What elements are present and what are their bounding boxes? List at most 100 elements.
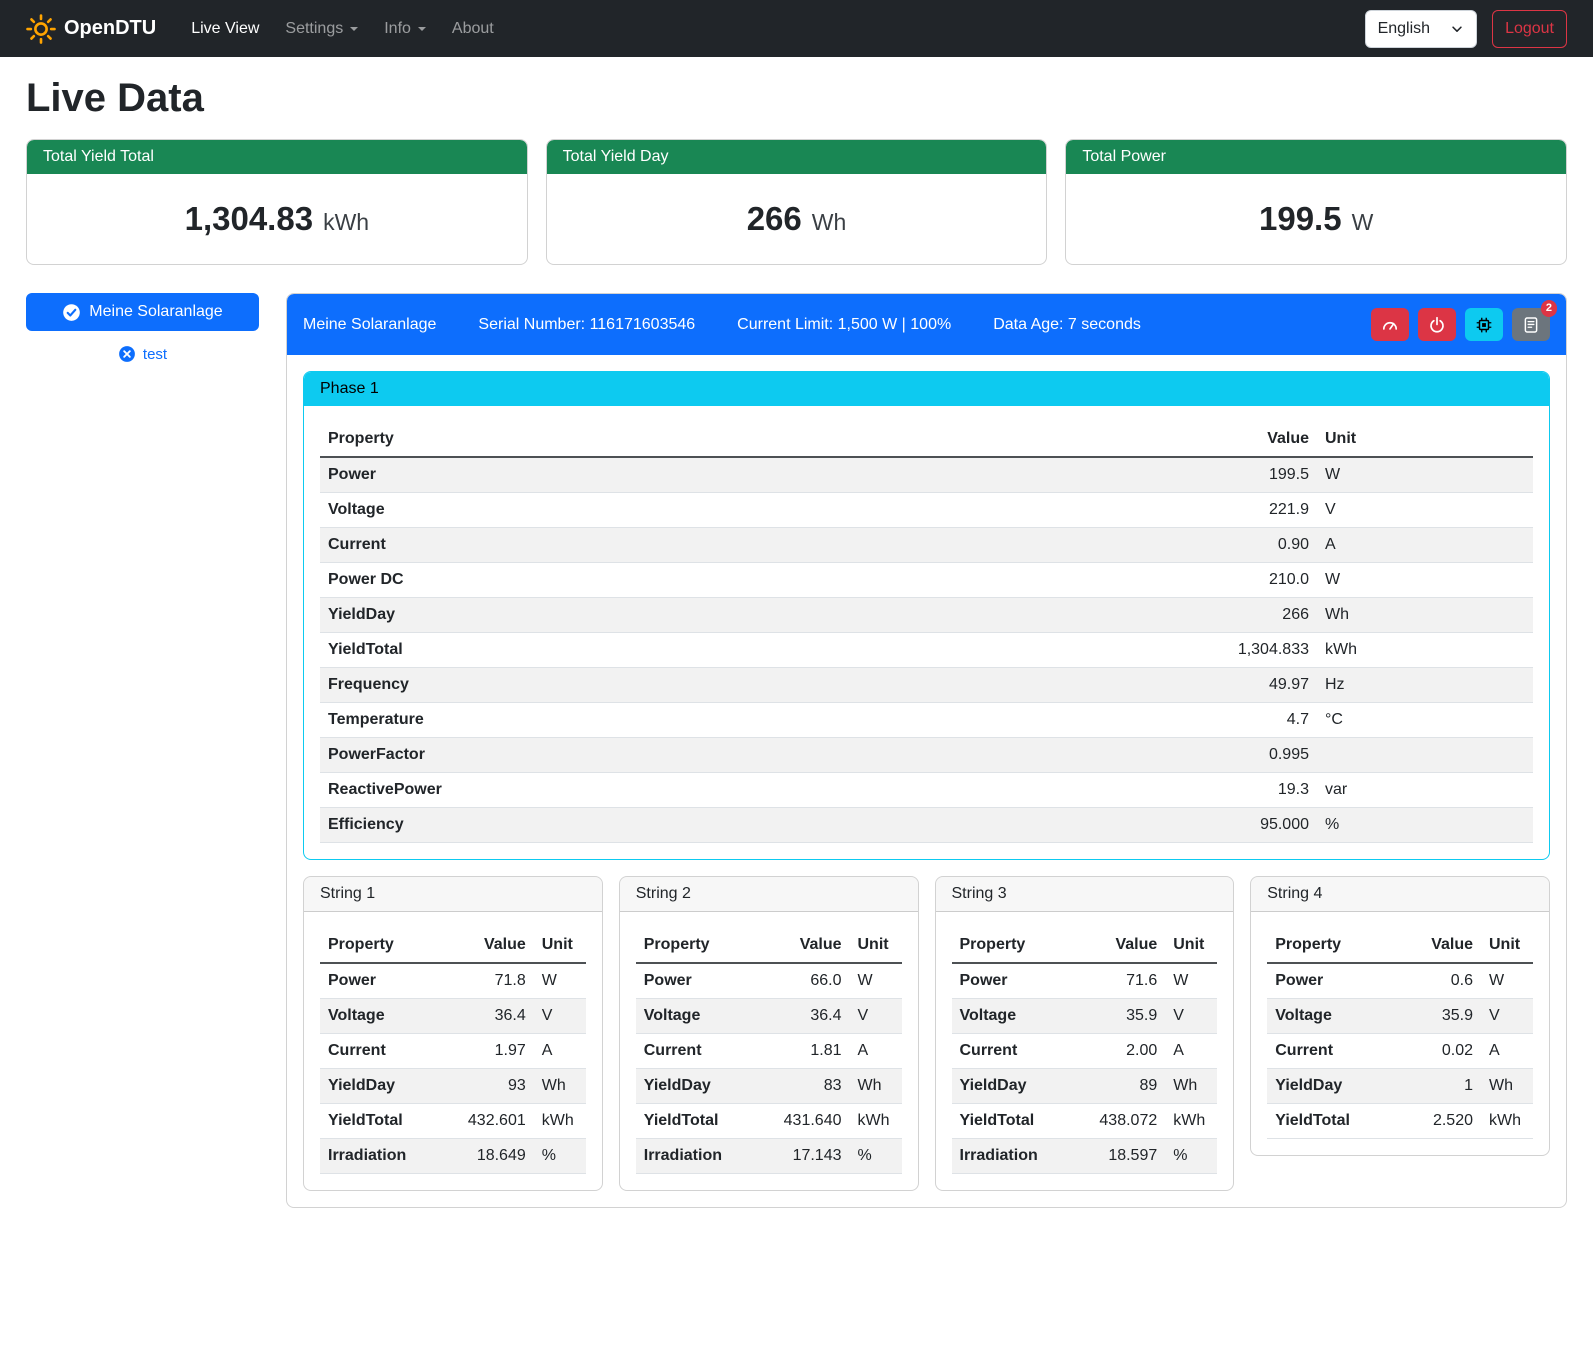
unit-cell: Wh [534, 1069, 586, 1104]
column-property: Property [952, 928, 1090, 963]
value-cell: 95.000 [1172, 808, 1317, 843]
summary-unit: W [1352, 209, 1374, 235]
property-cell: YieldDay [952, 1069, 1090, 1104]
sun-icon [26, 14, 56, 44]
summary-card-title: Total Power [1066, 140, 1566, 174]
property-cell: YieldTotal [952, 1104, 1090, 1139]
summary-cards-row: Total Yield Total 1,304.83kWh Total Yiel… [26, 139, 1567, 265]
unit-cell: kWh [1317, 633, 1533, 668]
unit-cell: kWh [850, 1104, 902, 1139]
property-cell: Voltage [320, 999, 458, 1034]
total-yield-total-card: Total Yield Total 1,304.83kWh [26, 139, 528, 265]
phase-card-body: Property Value Unit Power199.5WVoltage22… [304, 406, 1549, 859]
total-power-card: Total Power 199.5 W [1065, 139, 1567, 265]
property-cell: ReactivePower [320, 773, 1172, 808]
phase-table: Property Value Unit Power199.5WVoltage22… [320, 422, 1533, 843]
column-value: Value [458, 928, 534, 963]
table-row: Power71.8W [320, 963, 586, 999]
unit-cell: V [534, 999, 586, 1034]
unit-cell: A [1165, 1034, 1217, 1069]
unit-cell: kWh [1481, 1104, 1533, 1139]
value-cell: 266 [1172, 598, 1317, 633]
logout-button[interactable]: Logout [1492, 10, 1567, 48]
table-header-row: Property Value Unit [320, 422, 1533, 457]
property-cell: Voltage [952, 999, 1090, 1034]
sidebar-item-meine-solaranlage[interactable]: Meine Solaranlage [26, 293, 259, 331]
string-table: Property Value Unit Power71.6WVoltage35.… [952, 928, 1218, 1174]
table-row: YieldDay93Wh [320, 1069, 586, 1104]
power-icon [1428, 316, 1446, 334]
value-cell: 2.520 [1405, 1104, 1481, 1139]
property-cell: YieldDay [320, 1069, 458, 1104]
string-2-card: String 2 Property Value Unit [619, 876, 919, 1191]
string-card-title: String 1 [304, 877, 602, 912]
nav-links: Live View Settings Info About [178, 12, 507, 46]
nav-info[interactable]: Info [371, 12, 439, 46]
cpu-chip-icon [1475, 316, 1493, 334]
value-cell: 35.9 [1089, 999, 1165, 1034]
inverter-list-sidebar: Meine Solaranlage test [26, 293, 259, 363]
property-cell: Irradiation [320, 1139, 458, 1174]
sidebar-item-label: test [143, 346, 167, 363]
value-cell: 1 [1405, 1069, 1481, 1104]
table-row: PowerFactor0.995 [320, 738, 1533, 773]
unit-cell: W [1317, 563, 1533, 598]
column-value: Value [1405, 928, 1481, 963]
journal-text-icon [1522, 316, 1540, 334]
table-row: Current0.90A [320, 528, 1533, 563]
nav-live-view[interactable]: Live View [178, 12, 272, 46]
value-cell: 18.597 [1089, 1139, 1165, 1174]
property-cell: YieldDay [320, 598, 1172, 633]
table-row: YieldDay1Wh [1267, 1069, 1533, 1104]
limit-button[interactable] [1371, 308, 1409, 341]
language-select-value: English [1378, 20, 1430, 38]
column-unit: Unit [1165, 928, 1217, 963]
nav-settings[interactable]: Settings [272, 12, 371, 46]
value-cell: 89 [1089, 1069, 1165, 1104]
property-cell: Current [320, 1034, 458, 1069]
table-row: Efficiency95.000% [320, 808, 1533, 843]
summary-card-title: Total Yield Day [547, 140, 1047, 174]
inverter-panel-header: Meine Solaranlage Serial Number: 1161716… [287, 294, 1566, 355]
property-cell: Current [1267, 1034, 1405, 1069]
nav-about[interactable]: About [439, 12, 507, 46]
table-row: Voltage36.4V [636, 999, 902, 1034]
summary-unit: kWh [323, 209, 369, 235]
power-button[interactable] [1418, 308, 1456, 341]
summary-card-body: 266Wh [547, 174, 1047, 264]
string-table: Property Value Unit Power71.8WVoltage36.… [320, 928, 586, 1174]
value-cell: 1.97 [458, 1034, 534, 1069]
table-row: Power66.0W [636, 963, 902, 999]
table-row: Irradiation17.143% [636, 1139, 902, 1174]
event-log-button[interactable]: 2 [1512, 308, 1550, 341]
unit-cell: V [850, 999, 902, 1034]
brand[interactable]: OpenDTU [26, 14, 156, 44]
property-cell: Irradiation [636, 1139, 774, 1174]
unit-cell: Wh [850, 1069, 902, 1104]
top-navbar: OpenDTU Live View Settings Info About En… [0, 0, 1593, 57]
x-circle-icon [118, 345, 136, 363]
inverter-actions: 2 [1371, 308, 1550, 341]
value-cell: 36.4 [774, 999, 850, 1034]
value-cell: 71.6 [1089, 963, 1165, 999]
value-cell: 4.7 [1172, 703, 1317, 738]
language-select[interactable]: English [1365, 10, 1477, 48]
unit-cell: A [1481, 1034, 1533, 1069]
summary-unit: Wh [812, 209, 847, 235]
unit-cell: Wh [1165, 1069, 1217, 1104]
value-cell: 1,304.833 [1172, 633, 1317, 668]
property-cell: Power [636, 963, 774, 999]
string-card-title: String 2 [620, 877, 918, 912]
value-cell: 210.0 [1172, 563, 1317, 598]
unit-cell: V [1165, 999, 1217, 1034]
table-row: Voltage35.9V [952, 999, 1218, 1034]
device-info-button[interactable] [1465, 308, 1503, 341]
property-cell: Power DC [320, 563, 1172, 598]
property-cell: Current [320, 528, 1172, 563]
table-row: Current0.02A [1267, 1034, 1533, 1069]
inverter-panel-body: Phase 1 Property Value Unit Power199.5WV… [287, 355, 1566, 1207]
inverter-name: Meine Solaranlage [303, 316, 436, 334]
caret-down-icon [350, 27, 358, 31]
sidebar-item-test[interactable]: test [26, 345, 259, 363]
summary-value: 199.5 [1259, 200, 1342, 237]
